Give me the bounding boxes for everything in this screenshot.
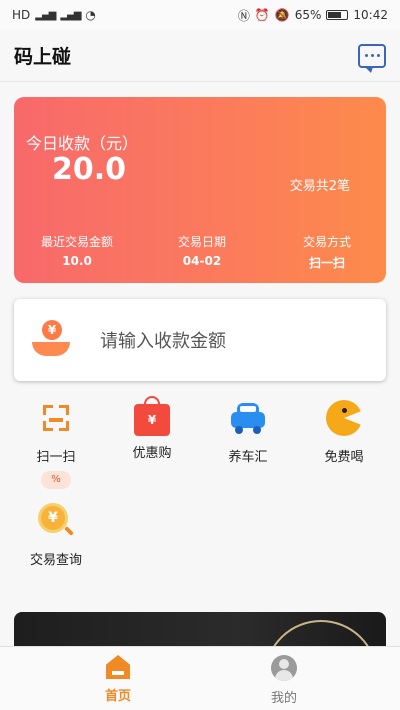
battery-icon xyxy=(326,10,349,20)
feature-label: 扫一扫 xyxy=(36,450,76,465)
stat-recent-amount: 最近交易金额 10.0 xyxy=(32,233,122,268)
app-title: 码上碰 xyxy=(14,46,72,68)
stat-date: 交易日期 04-02 xyxy=(157,233,247,268)
stat-label: 交易日期 xyxy=(177,235,226,249)
alarm-icon: ⏰ xyxy=(254,8,270,22)
feature-discount-shop[interactable]: ¥ 优惠购 xyxy=(112,396,192,461)
amount-input-placeholder: 请输入收款金额 xyxy=(100,331,226,352)
stat-value: 扫一扫 xyxy=(308,256,345,270)
tab-label: 首页 xyxy=(104,689,131,704)
battery-percent: 65% xyxy=(294,8,322,22)
app-header: 码上碰 xyxy=(0,30,400,82)
status-bar: HD ▂▄▆ ▂▄▆ ◔ Ⓝ ⏰ 🔕 65% 10:42 xyxy=(0,0,400,30)
clock: 10:42 xyxy=(353,8,388,22)
feature-label: 交易查询 xyxy=(29,553,82,568)
tab-mine[interactable]: 我的 xyxy=(244,655,324,706)
home-icon xyxy=(106,655,130,679)
nfc-icon: Ⓝ xyxy=(237,8,250,23)
wifi-icon: ◔ xyxy=(85,8,96,22)
amount-input[interactable]: ¥ 请输入收款金额 xyxy=(14,299,386,381)
feature-label: 免费喝 xyxy=(324,450,364,465)
shopping-bag-icon: ¥ xyxy=(134,396,170,436)
feature-scan[interactable]: 扫一扫 % xyxy=(16,400,96,489)
today-income-amount: 20.0 xyxy=(52,152,127,187)
coin-search-icon: ¥ xyxy=(38,503,74,539)
status-right: Ⓝ ⏰ 🔕 65% 10:42 xyxy=(238,7,388,24)
transaction-count: 交易共2笔 xyxy=(289,179,350,194)
signal-icon-2: ▂▄▆ xyxy=(60,9,81,21)
user-icon xyxy=(271,655,297,681)
message-icon[interactable] xyxy=(358,43,386,73)
tab-home[interactable]: 首页 xyxy=(78,655,158,704)
mute-icon: 🔕 xyxy=(274,8,290,22)
bottom-tab-bar: 首页 我的 xyxy=(0,646,400,710)
feature-car-service[interactable]: 养车汇 xyxy=(208,400,288,465)
pacman-icon xyxy=(326,400,362,436)
stat-method: 交易方式 扫一扫 xyxy=(282,233,372,271)
status-left: HD ▂▄▆ ▂▄▆ ◔ xyxy=(12,8,96,22)
stat-value: 10.0 xyxy=(62,254,92,268)
feature-free-drink[interactable]: 免费喝 xyxy=(304,400,384,465)
summary-card: 今日收款（元） 20.0 交易共2笔 最近交易金额 10.0 交易日期 04-0… xyxy=(14,97,386,283)
stat-label: 交易方式 xyxy=(302,235,351,249)
tab-label: 我的 xyxy=(270,691,297,706)
scan-icon xyxy=(38,400,74,436)
stat-value: 04-02 xyxy=(182,254,222,268)
signal-icon: ▂▄▆ xyxy=(35,9,56,21)
today-income-label: 今日收款（元） xyxy=(26,134,139,153)
car-icon xyxy=(229,400,267,436)
feature-label: 优惠购 xyxy=(132,446,172,461)
hd-indicator: HD xyxy=(12,8,31,22)
stat-label: 最近交易金额 xyxy=(40,235,113,249)
feature-transaction-query[interactable]: ¥ 交易查询 xyxy=(16,503,96,568)
hand-coin-icon: ¥ xyxy=(30,318,74,362)
feature-label: 养车汇 xyxy=(228,450,268,465)
discount-badge: % xyxy=(41,471,71,489)
